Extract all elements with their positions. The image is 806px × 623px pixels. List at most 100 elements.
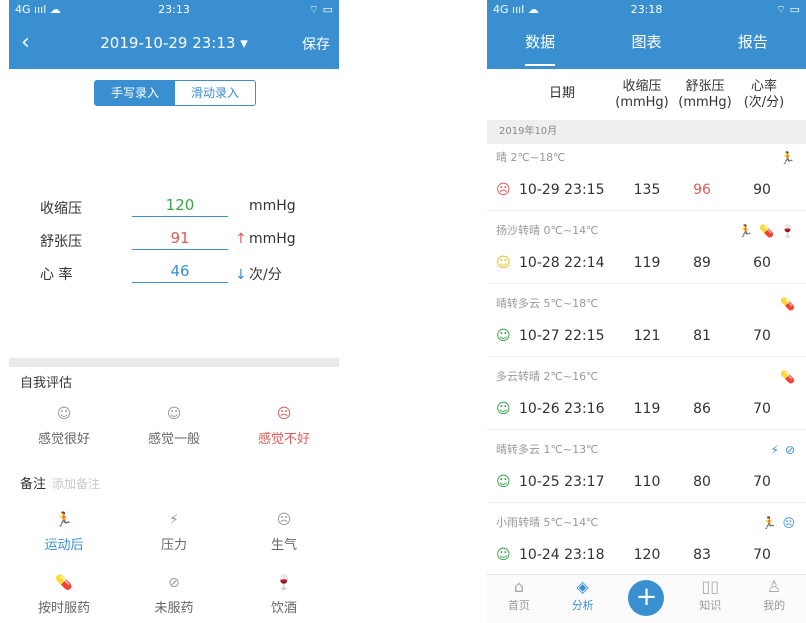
- record-diastolic: 96: [693, 182, 711, 198]
- weather-text: 扬沙转晴 0℃~14℃: [496, 224, 599, 237]
- mood-face-icon: ☺: [496, 328, 511, 344]
- arrow-down-icon: ↓: [235, 267, 247, 283]
- systolic-unit: mmHg: [249, 198, 296, 214]
- notes-tags-row-1: 🏃 运动后 ⚡ 压力 ☹ 生气: [9, 510, 339, 553]
- table-header: 日期 收缩压 (mmHg) 舒张压 (mmHg) 心率 (次/分): [487, 69, 806, 119]
- notes-input[interactable]: 添加备注: [52, 477, 100, 491]
- record-systolic: 121: [633, 328, 661, 344]
- header-heart-rate: 心率 (次/分): [743, 79, 785, 110]
- nav-knowledge[interactable]: ▯▯ 知识: [678, 575, 742, 623]
- record-diastolic: 89: [693, 255, 711, 271]
- table-row[interactable]: ☺ 10-25 23:17 110 80 70: [487, 462, 806, 503]
- feel-normal-option[interactable]: ☺ 感觉一般: [119, 404, 229, 447]
- tag-icons: 💊: [780, 297, 801, 311]
- systolic-label: 收缩压: [40, 201, 82, 217]
- table-row[interactable]: ☺ 10-27 22:15 121 81 70: [487, 316, 806, 357]
- save-button[interactable]: 保存: [302, 34, 330, 54]
- status-bar: 4G ıııl ☁ 23:13 ⌔ ▭: [9, 0, 339, 20]
- weather-text: 晴转多云 5℃~18℃: [496, 297, 599, 310]
- weather-text: 晴转多云 1℃~13℃: [496, 443, 599, 456]
- home-icon: ⌂: [513, 577, 524, 596]
- tag-drinking[interactable]: 🍷 饮酒: [229, 573, 339, 616]
- weather-row: 扬沙转晴 0℃~14℃ 🏃💊🍷: [487, 219, 806, 243]
- tab-report[interactable]: 报告: [700, 20, 806, 69]
- record-date: 10-26 23:16: [519, 401, 605, 417]
- manual-entry-tab[interactable]: 手写录入: [95, 81, 175, 105]
- tag-no-medication[interactable]: ⊘ 未服药: [119, 573, 229, 616]
- pill-icon: 💊: [55, 575, 73, 591]
- header-systolic: 收缩压 (mmHg): [615, 79, 669, 110]
- neutral-face-icon: ☺: [166, 406, 182, 422]
- smile-icon: ☺: [56, 406, 72, 422]
- section-divider: [9, 358, 339, 367]
- status-time: 23:18: [630, 3, 663, 16]
- tag-icons: 🏃☹: [761, 516, 801, 530]
- record-heart-rate: 60: [753, 255, 771, 271]
- heart-rate-row: 心 率 46 ↓ 次/分: [9, 260, 339, 284]
- book-icon: ▯▯: [701, 577, 720, 596]
- heart-rate-label: 心 率: [40, 267, 73, 283]
- tab-data[interactable]: 数据: [487, 20, 593, 69]
- record-diastolic: 83: [693, 547, 711, 563]
- tag-on-time-medication[interactable]: 💊 按时服药: [9, 573, 119, 616]
- tag-icons: 🏃💊🍷: [738, 224, 801, 238]
- self-assessment-options: ☺ 感觉很好 ☺ 感觉一般 ☹ 感觉不好: [9, 404, 339, 447]
- entry-screen: 4G ıııl ☁ 23:13 ⌔ ▭ ‹ 2019-10-29 23:13 ▾…: [9, 0, 339, 623]
- record-diastolic: 80: [693, 474, 711, 490]
- self-assessment-title: 自我评估: [20, 376, 73, 391]
- feel-good-option[interactable]: ☺ 感觉很好: [9, 404, 119, 447]
- datetime-picker[interactable]: 2019-10-29 23:13 ▾: [9, 34, 339, 52]
- record-date: 10-28 22:14: [519, 255, 605, 271]
- no-pill-icon: ⊘: [168, 575, 180, 591]
- arrow-up-icon: ↑: [235, 231, 247, 247]
- feel-bad-option[interactable]: ☹ 感觉不好: [229, 404, 339, 447]
- nav-add[interactable]: +: [615, 575, 679, 623]
- plus-icon: +: [628, 580, 665, 616]
- record-heart-rate: 70: [753, 474, 771, 490]
- table-row[interactable]: ☹ 10-29 23:15 135 96 90: [487, 170, 806, 211]
- record-heart-rate: 70: [753, 328, 771, 344]
- table-row[interactable]: ☺ 10-28 22:14 119 89 60: [487, 243, 806, 284]
- nav-analysis[interactable]: ◈ 分析: [551, 575, 615, 623]
- heart-rate-input[interactable]: 46: [132, 260, 228, 283]
- heart-rate-unit: ↓ 次/分: [235, 267, 282, 283]
- weather-row: 晴 2℃~18℃ 🏃: [487, 146, 806, 170]
- stress-icon: ⚡: [169, 512, 179, 528]
- tag-after-exercise[interactable]: 🏃 运动后: [9, 510, 119, 553]
- record-date: 10-29 23:15: [519, 182, 605, 198]
- table-row[interactable]: ☺ 10-26 23:16 119 86 70: [487, 389, 806, 430]
- battery-icon: ⌔ ▭: [308, 3, 333, 16]
- tag-stress[interactable]: ⚡ 压力: [119, 510, 229, 553]
- diastolic-label: 舒张压: [40, 234, 82, 250]
- tag-angry[interactable]: ☹ 生气: [229, 510, 339, 553]
- systolic-input[interactable]: 120: [132, 194, 228, 217]
- record-diastolic: 81: [693, 328, 711, 344]
- mood-face-icon: ☺: [496, 474, 511, 490]
- table-row[interactable]: ☺ 10-24 23:18 120 83 70: [487, 535, 806, 576]
- record-diastolic: 86: [693, 401, 711, 417]
- record-heart-rate: 70: [753, 401, 771, 417]
- angry-face-icon: ☹: [276, 512, 292, 528]
- nav-profile[interactable]: ♙ 我的: [742, 575, 806, 623]
- user-icon: ♙: [766, 577, 782, 596]
- slide-entry-tab[interactable]: 滑动录入: [175, 81, 255, 105]
- header-diastolic: 舒张压 (mmHg): [678, 79, 732, 110]
- record-systolic: 119: [633, 255, 661, 271]
- tab-chart[interactable]: 图表: [593, 20, 699, 69]
- mood-face-icon: ☹: [496, 182, 511, 198]
- status-bar: 4G ıııl ☁ 23:18 ⌔ ▭: [487, 0, 806, 20]
- nav-home[interactable]: ⌂ 首页: [487, 575, 551, 623]
- record-systolic: 120: [633, 547, 661, 563]
- notes-title: 备注 添加备注: [20, 477, 101, 492]
- tag-icons: 🏃: [780, 151, 801, 165]
- tag-icons: 💊: [780, 370, 801, 384]
- record-systolic: 135: [633, 182, 661, 198]
- weather-row: 晴转多云 1℃~13℃ ⚡⊘: [487, 438, 806, 462]
- weather-row: 晴转多云 5℃~18℃ 💊: [487, 292, 806, 316]
- diastolic-input[interactable]: 91: [132, 227, 228, 250]
- top-tabs: 数据 图表 报告: [487, 20, 806, 69]
- record-heart-rate: 90: [753, 182, 771, 198]
- weather-row: 多云转晴 2℃~16℃ 💊: [487, 365, 806, 389]
- weather-text: 多云转晴 2℃~16℃: [496, 370, 599, 383]
- notes-tags-row-2: 💊 按时服药 ⊘ 未服药 🍷 饮酒: [9, 573, 339, 616]
